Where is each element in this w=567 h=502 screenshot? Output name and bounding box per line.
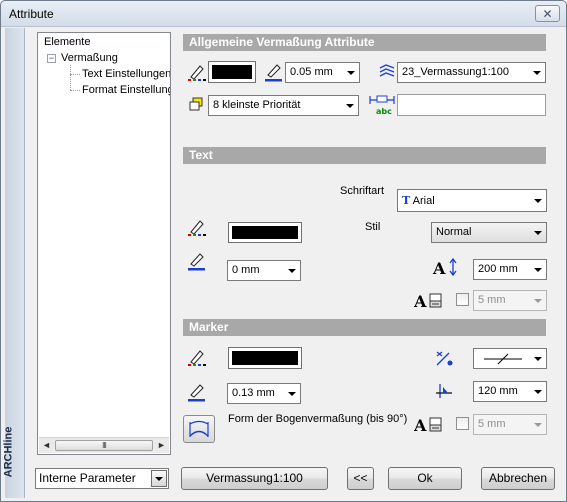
scale-button[interactable]: Vermassung1:100 <box>181 467 328 490</box>
brand-label: ARCHline <box>2 426 15 478</box>
tree-item-format-einstellungen[interactable]: Format Einstellunge <box>82 84 170 96</box>
arc-dimension-button[interactable] <box>183 415 215 443</box>
attribute-dialog: Attribute ✕ ARCHline Elemente − Vermaßun… <box>0 0 567 502</box>
text-height-value: 200 mm <box>478 263 518 275</box>
tree-root-elemente[interactable]: Elemente <box>44 36 90 48</box>
tick-marker-preview <box>484 353 522 365</box>
text-offset-icon: A <box>414 292 442 310</box>
text-pen-width-value: 0 mm <box>232 264 260 276</box>
marker-size-icon <box>436 384 452 398</box>
chevron-down-icon[interactable] <box>151 470 167 487</box>
chevron-down-icon[interactable] <box>529 63 545 82</box>
priority-icon <box>189 97 203 111</box>
text-offset-checkbox[interactable] <box>456 293 469 306</box>
arc-offset-value: 5 mm <box>478 418 506 430</box>
svg-text:A: A <box>432 259 446 277</box>
svg-text:A: A <box>414 416 427 434</box>
tree-connector <box>70 90 80 91</box>
scroll-left-icon[interactable]: ◄ <box>39 438 54 453</box>
chevron-down-icon[interactable] <box>530 190 546 211</box>
font-value: Arial <box>412 195 435 207</box>
chevron-down-icon[interactable] <box>530 223 546 242</box>
chevron-down-icon <box>530 415 546 434</box>
tree-collapse-toggle[interactable]: − <box>47 54 56 63</box>
brand-bar: ARCHline <box>2 28 25 498</box>
ok-button[interactable]: Ok <box>388 467 462 490</box>
layer-icon <box>379 64 395 77</box>
marker-size-select[interactable]: 120 mm <box>473 381 547 402</box>
section-marker-header: Marker <box>183 319 546 336</box>
marker-size-value: 120 mm <box>478 385 518 397</box>
arc-text-offset-icon: A <box>414 416 442 434</box>
chevron-down-icon[interactable] <box>530 349 546 368</box>
marker-pen-width-icon <box>188 384 205 402</box>
pen-width-icon <box>265 64 282 82</box>
cancel-button[interactable]: Abbrechen <box>481 467 555 490</box>
priority-value: 8 kleinste Priorität <box>213 99 301 111</box>
text-height-select[interactable]: 200 mm <box>473 259 547 280</box>
chevron-down-icon <box>530 291 546 310</box>
parameters-select[interactable]: Interne Parameter <box>35 468 169 489</box>
tree-node-vermassung[interactable]: Vermaßung <box>61 52 118 64</box>
tree-horizontal-scrollbar[interactable]: ◄ III ► <box>39 437 169 453</box>
chevron-down-icon[interactable] <box>342 96 358 115</box>
text-pen-width-icon <box>188 253 205 271</box>
layer-select[interactable]: 23_Vermassung1:100 <box>397 62 546 83</box>
arc-dimension-label: Form der Bogenvermaßung (bis 90°) <box>228 413 408 425</box>
marker-pen-width-value: 0.13 mm <box>232 387 275 399</box>
chevron-down-icon[interactable] <box>530 260 546 279</box>
font-label: Schriftart <box>340 185 385 197</box>
section-text-header: Text <box>183 147 546 164</box>
priority-select[interactable]: 8 kleinste Priorität <box>208 95 359 116</box>
style-label: Stil <box>365 221 381 233</box>
marker-color-icon <box>188 350 206 366</box>
collapse-button[interactable]: << <box>347 467 374 490</box>
tree-item-text-einstellungen[interactable]: Text Einstellungen <box>82 68 170 80</box>
marker-color-swatch[interactable] <box>228 347 302 369</box>
text-offset-select: 5 mm <box>473 290 547 311</box>
dimension-text-icon: abc <box>369 95 395 116</box>
text-color-icon <box>188 220 206 236</box>
style-value: Normal <box>436 226 472 238</box>
dimension-text-field[interactable] <box>397 94 546 116</box>
title-bar: Attribute ✕ <box>1 1 566 27</box>
marker-pen-width-select[interactable]: 0.13 mm <box>227 383 301 404</box>
close-icon: ✕ <box>542 6 553 21</box>
font-select[interactable]: T Arial <box>397 189 547 212</box>
window-title: Attribute <box>9 7 54 21</box>
pen-color-swatch[interactable] <box>208 61 256 83</box>
text-offset-value: 5 mm <box>478 294 506 306</box>
section-general-header: Allgemeine Vermaßung Attribute <box>183 34 546 51</box>
pen-color-icon <box>188 65 206 81</box>
chevron-down-icon[interactable] <box>284 384 300 403</box>
tree-connector <box>70 65 71 90</box>
parameters-value: Interne Parameter <box>39 471 136 485</box>
text-height-icon: A <box>432 257 457 277</box>
svg-text:A: A <box>414 292 427 310</box>
close-button[interactable]: ✕ <box>535 5 560 22</box>
chevron-down-icon[interactable] <box>530 382 546 401</box>
line-width-select[interactable]: 0.05 mm <box>285 62 360 83</box>
layer-value: 23_Vermassung1:100 <box>402 66 510 78</box>
chevron-down-icon[interactable] <box>343 63 359 82</box>
scroll-thumb[interactable]: III <box>55 440 153 451</box>
scroll-right-icon[interactable]: ► <box>154 438 169 453</box>
line-width-value: 0.05 mm <box>290 66 333 78</box>
arc-shape-icon <box>189 420 209 437</box>
text-color-swatch[interactable] <box>228 222 302 243</box>
category-tree[interactable]: Elemente − Vermaßung Text Einstellungen … <box>37 32 171 455</box>
marker-type-icon <box>436 351 453 366</box>
font-type-icon: T <box>402 194 411 207</box>
svg-text:abc: abc <box>376 107 392 116</box>
style-select[interactable]: Normal <box>431 222 547 243</box>
arc-offset-select: 5 mm <box>473 414 547 435</box>
arc-offset-checkbox[interactable] <box>456 417 469 430</box>
tree-connector <box>70 74 80 75</box>
text-pen-width-select[interactable]: 0 mm <box>227 260 301 281</box>
marker-type-select[interactable] <box>473 348 547 369</box>
chevron-down-icon[interactable] <box>284 261 300 280</box>
